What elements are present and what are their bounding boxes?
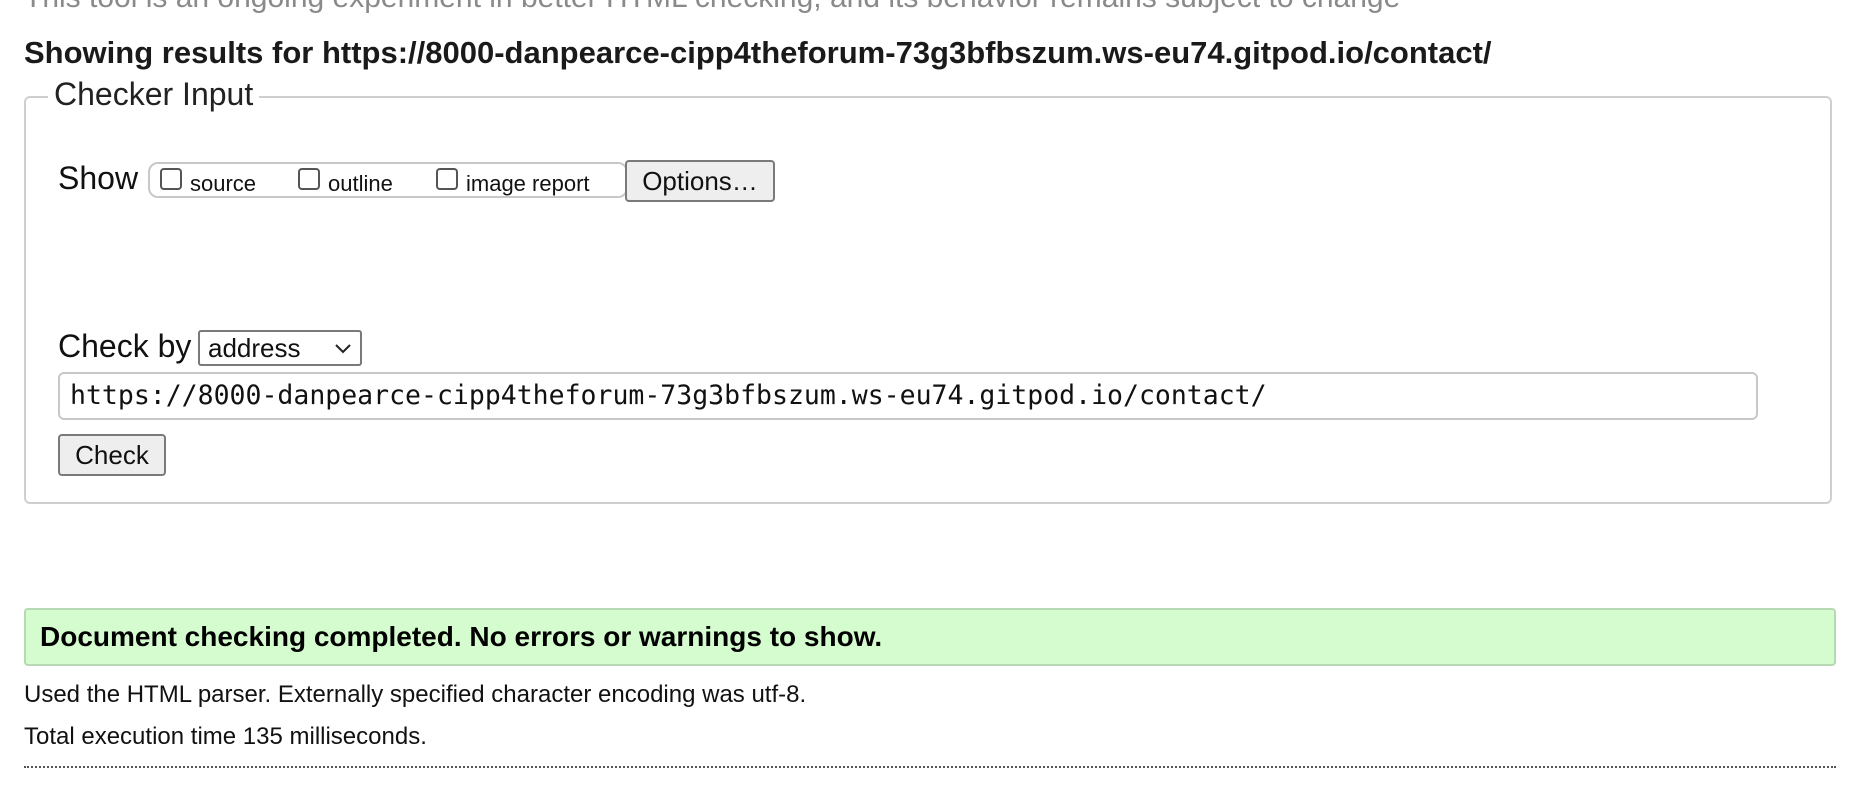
show-options-group: source outline image report	[148, 162, 628, 198]
url-input[interactable]: https://8000-danpearce-cipp4theforum-73g…	[58, 372, 1758, 420]
source-checkbox[interactable]	[160, 168, 182, 190]
dotted-divider	[24, 766, 1836, 768]
show-outline-option[interactable]: outline	[298, 164, 393, 200]
check-by-label: Check by	[58, 328, 192, 364]
checker-input-legend: Checker Input	[48, 74, 260, 114]
checker-input-fieldset: Checker Input Show source outline image …	[24, 74, 1832, 504]
check-button[interactable]: Check	[58, 434, 166, 476]
show-image-report-option[interactable]: image report	[436, 164, 590, 200]
show-source-option[interactable]: source	[160, 164, 256, 200]
execution-time: Total execution time 135 milliseconds.	[24, 723, 427, 750]
intro-notice: This tool is an ongoing experiment in be…	[24, 0, 1400, 16]
source-checkbox-label: source	[190, 171, 257, 196]
success-message: Document checking completed. No errors o…	[24, 608, 1836, 666]
outline-checkbox[interactable]	[298, 168, 320, 190]
show-label: Show	[58, 160, 139, 196]
parser-info: Used the HTML parser. Externally specifi…	[24, 681, 807, 708]
options-button[interactable]: Options…	[625, 160, 775, 202]
image-report-checkbox-label: image report	[466, 171, 590, 196]
results-heading: Showing results for https://8000-danpear…	[24, 35, 1492, 70]
chevron-down-icon	[335, 344, 351, 354]
check-by-select[interactable]: address	[198, 330, 362, 366]
image-report-checkbox[interactable]	[436, 168, 458, 190]
outline-checkbox-label: outline	[328, 171, 393, 196]
check-by-selected-value: address	[208, 333, 301, 363]
